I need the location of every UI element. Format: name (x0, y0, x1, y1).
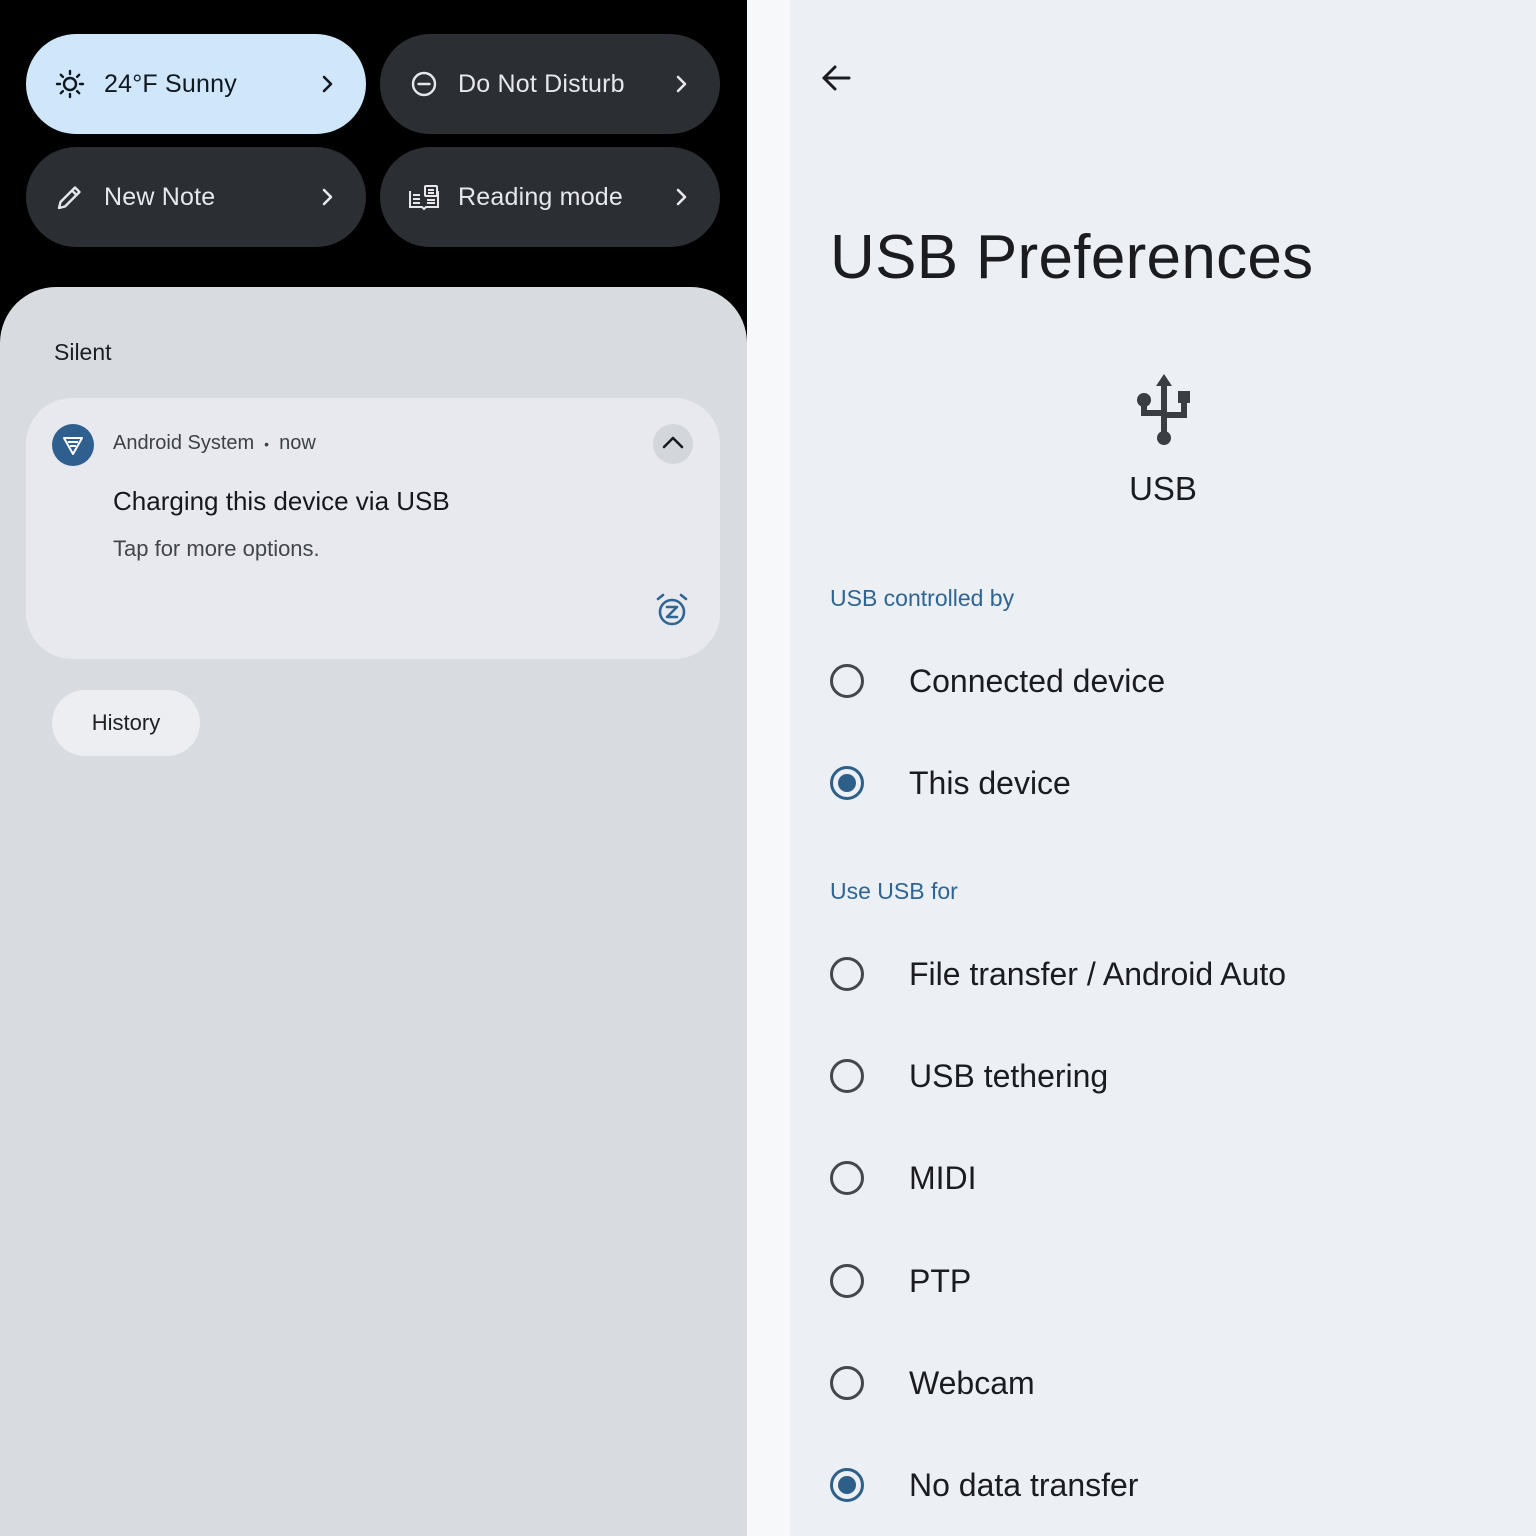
usb-hero-label: USB (1129, 470, 1197, 507)
reading-mode-tile[interactable]: Reading mode (380, 147, 720, 247)
option-file-transfer[interactable]: File transfer / Android Auto (830, 934, 1510, 1014)
chevron-right-icon (316, 185, 340, 209)
option-ptp[interactable]: PTP (830, 1241, 1510, 1321)
new-note-tile[interactable]: New Note (26, 147, 366, 247)
option-label: MIDI (909, 1159, 977, 1196)
option-this-device[interactable]: This device (830, 743, 1510, 823)
option-label: PTP (909, 1262, 972, 1299)
silent-section-label: Silent (54, 339, 112, 365)
snooze-button[interactable] (654, 592, 690, 633)
pencil-icon (54, 181, 86, 213)
chevron-right-icon (670, 185, 694, 209)
collapse-notification-button[interactable] (653, 424, 693, 464)
notification-time: now (279, 432, 316, 454)
option-webcam[interactable]: Webcam (830, 1343, 1510, 1423)
radio-button[interactable] (830, 1059, 864, 1093)
notification-panel: Silent Android System • now Charging thi… (0, 287, 747, 1536)
option-label: This device (909, 764, 1071, 801)
usb-preferences-screen: USB Preferences USB USB controlled by Co… (790, 0, 1536, 1536)
use-usb-for-header: Use USB for (830, 878, 958, 904)
notification-app-name: Android System (113, 432, 255, 454)
radio-button[interactable] (830, 1366, 864, 1400)
radio-button[interactable] (830, 957, 864, 991)
radio-button[interactable] (830, 664, 864, 698)
notification-meta: Android System • now (113, 432, 316, 455)
notification-title: Charging this device via USB (113, 486, 450, 516)
weather-tile-label: 24°F Sunny (104, 69, 237, 98)
chevron-right-icon (670, 72, 694, 96)
reading-mode-tile-label: Reading mode (458, 182, 624, 211)
option-no-data-transfer[interactable]: No data transfer (830, 1445, 1510, 1525)
radio-button[interactable] (830, 1264, 864, 1298)
chevron-up-icon (662, 435, 684, 454)
notification-text: Tap for more options. (113, 536, 320, 561)
android-system-icon (52, 424, 94, 466)
option-label: Connected device (909, 662, 1166, 699)
meta-separator: • (264, 435, 270, 452)
back-button[interactable] (816, 60, 856, 100)
usb-charging-notification[interactable]: Android System • now Charging this devic… (26, 398, 720, 659)
radio-button-selected[interactable] (830, 1468, 864, 1502)
page-title: USB Preferences (830, 223, 1314, 292)
option-connected-device[interactable]: Connected device (830, 641, 1510, 721)
radio-button[interactable] (830, 1161, 864, 1195)
radio-button-selected[interactable] (830, 766, 864, 800)
option-label: No data transfer (909, 1466, 1139, 1503)
chevron-right-icon (316, 72, 340, 96)
option-label: USB tethering (909, 1057, 1109, 1094)
reading-mode-icon (408, 181, 440, 213)
pane-divider (747, 0, 790, 1536)
do-not-disturb-tile-label: Do Not Disturb (458, 69, 625, 98)
do-not-disturb-icon (408, 68, 440, 100)
option-label: File transfer / Android Auto (909, 955, 1287, 992)
new-note-tile-label: New Note (104, 182, 216, 211)
option-label: Webcam (909, 1364, 1035, 1401)
weather-tile[interactable]: 24°F Sunny (26, 34, 366, 134)
option-midi[interactable]: MIDI (830, 1138, 1510, 1218)
arrow-back-icon (820, 64, 852, 97)
option-usb-tethering[interactable]: USB tethering (830, 1036, 1510, 1116)
sun-icon (54, 68, 86, 100)
history-button[interactable]: History (52, 690, 200, 756)
snooze-alarm-icon (654, 592, 690, 633)
notification-shade: 24°F Sunny Do Not Disturb New Note Readi… (0, 0, 747, 1536)
usb-icon (1136, 374, 1192, 450)
usb-controlled-by-header: USB controlled by (830, 585, 1015, 611)
do-not-disturb-tile[interactable]: Do Not Disturb (380, 34, 720, 134)
